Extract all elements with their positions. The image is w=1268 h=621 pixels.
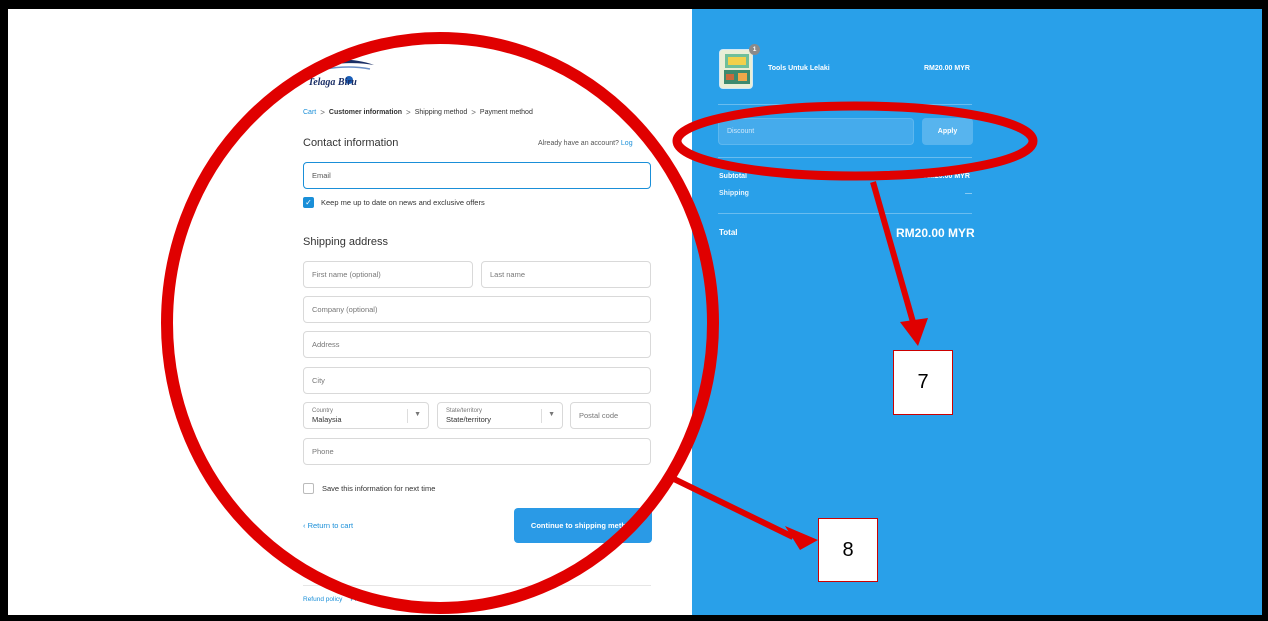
product-thumbnail xyxy=(719,49,753,89)
breadcrumb-shipping-method: Shipping method xyxy=(414,109,468,116)
check-icon: ✓ xyxy=(305,198,312,207)
product-price: RM20.00 MYR xyxy=(924,65,970,72)
account-prompt: Already have an account? Log xyxy=(538,140,633,147)
newsletter-option[interactable]: ✓ Keep me up to date on news and exclusi… xyxy=(303,197,485,208)
chevron-right-icon: > xyxy=(471,108,476,117)
discount-placeholder: Discount xyxy=(727,128,755,135)
login-link[interactable]: Log xyxy=(621,140,633,147)
product-image xyxy=(720,50,752,88)
summary-divider xyxy=(718,157,972,158)
company-field[interactable]: Company (optional) xyxy=(303,296,651,323)
shipping-label: Shipping xyxy=(719,190,749,197)
store-logo-text: Telaga Biru xyxy=(308,77,357,88)
total-label: Total xyxy=(719,228,738,237)
country-value: Malaysia xyxy=(312,415,342,424)
subtotal-value: RM20.00 MYR xyxy=(924,173,970,180)
privacy-policy-link[interactable]: Privacy policy xyxy=(350,596,390,603)
breadcrumb-cart[interactable]: Cart xyxy=(303,109,316,116)
city-placeholder: City xyxy=(312,376,325,385)
company-placeholder: Company (optional) xyxy=(312,305,378,314)
email-field[interactable]: Email xyxy=(303,162,651,189)
discount-code-field[interactable]: Discount xyxy=(718,118,914,145)
chevron-left-icon: ‹ xyxy=(303,521,306,530)
refund-policy-link[interactable]: Refund policy xyxy=(303,596,342,603)
shipping-address-heading: Shipping address xyxy=(303,236,389,248)
first-name-field[interactable]: First name (optional) xyxy=(303,261,473,288)
state-value: State/territory xyxy=(446,415,492,424)
account-prompt-text: Already have an account? xyxy=(538,140,619,147)
chevron-right-icon: > xyxy=(320,108,325,117)
summary-divider xyxy=(718,213,972,214)
last-name-placeholder: Last name xyxy=(490,270,526,279)
total-value: RM20.00 MYR xyxy=(896,226,975,240)
phone-field[interactable]: Phone xyxy=(303,438,651,465)
footer-divider xyxy=(303,585,651,586)
postal-code-field[interactable]: Postal code xyxy=(570,402,651,429)
newsletter-checkbox[interactable]: ✓ xyxy=(303,197,314,208)
quantity-badge: 1 xyxy=(749,44,760,55)
last-name-field[interactable]: Last name xyxy=(481,261,651,288)
city-field[interactable]: City xyxy=(303,367,651,394)
screenshot-frame: Telaga Biru Cart > Customer information … xyxy=(0,0,1268,621)
state-select[interactable]: State/territory State/territory ▼ xyxy=(437,402,563,429)
newsletter-label: Keep me up to date on news and exclusive… xyxy=(321,198,485,207)
breadcrumb-customer-information: Customer information xyxy=(328,109,403,116)
annotation-label-7: 7 xyxy=(893,350,953,415)
footer-links: Refund policy Privacy policy xyxy=(303,596,390,603)
save-info-checkbox[interactable] xyxy=(303,483,314,494)
order-summary: 1 Tools Untuk Lelaki RM20.00 MYR Discoun… xyxy=(692,9,1262,615)
subtotal-label: Subtotal xyxy=(719,173,747,180)
save-info-label: Save this information for next time xyxy=(322,484,436,493)
email-placeholder: Email xyxy=(312,171,331,180)
return-to-cart-label: Return to cart xyxy=(307,521,354,530)
caret-down-icon: ▼ xyxy=(414,411,421,418)
product-name: Tools Untuk Lelaki xyxy=(768,65,830,72)
address-field[interactable]: Address xyxy=(303,331,651,358)
annotation-label-8: 8 xyxy=(818,518,878,582)
select-divider xyxy=(407,409,408,423)
continue-to-shipping-button[interactable]: Continue to shipping method xyxy=(514,508,652,543)
state-label: State/territory xyxy=(446,408,483,414)
apply-discount-button[interactable]: Apply xyxy=(922,118,973,145)
contact-information-heading: Contact information xyxy=(303,137,399,149)
first-name-placeholder: First name (optional) xyxy=(312,270,381,279)
summary-divider xyxy=(718,104,972,105)
chevron-right-icon: > xyxy=(406,108,411,117)
checkout-main: Telaga Biru Cart > Customer information … xyxy=(8,9,692,615)
caret-down-icon: ▼ xyxy=(548,411,555,418)
save-info-option[interactable]: Save this information for next time xyxy=(303,483,435,494)
address-placeholder: Address xyxy=(312,340,340,349)
shipping-value: — xyxy=(965,190,972,197)
country-label: Country xyxy=(312,408,334,414)
breadcrumb: Cart > Customer information > Shipping m… xyxy=(303,108,533,117)
select-divider xyxy=(541,409,542,423)
breadcrumb-payment-method: Payment method xyxy=(479,109,533,116)
postal-code-placeholder: Postal code xyxy=(579,411,619,420)
phone-placeholder: Phone xyxy=(312,447,334,456)
country-select[interactable]: Country Malaysia ▼ xyxy=(303,402,429,429)
return-to-cart-link[interactable]: ‹ Return to cart xyxy=(303,521,353,530)
